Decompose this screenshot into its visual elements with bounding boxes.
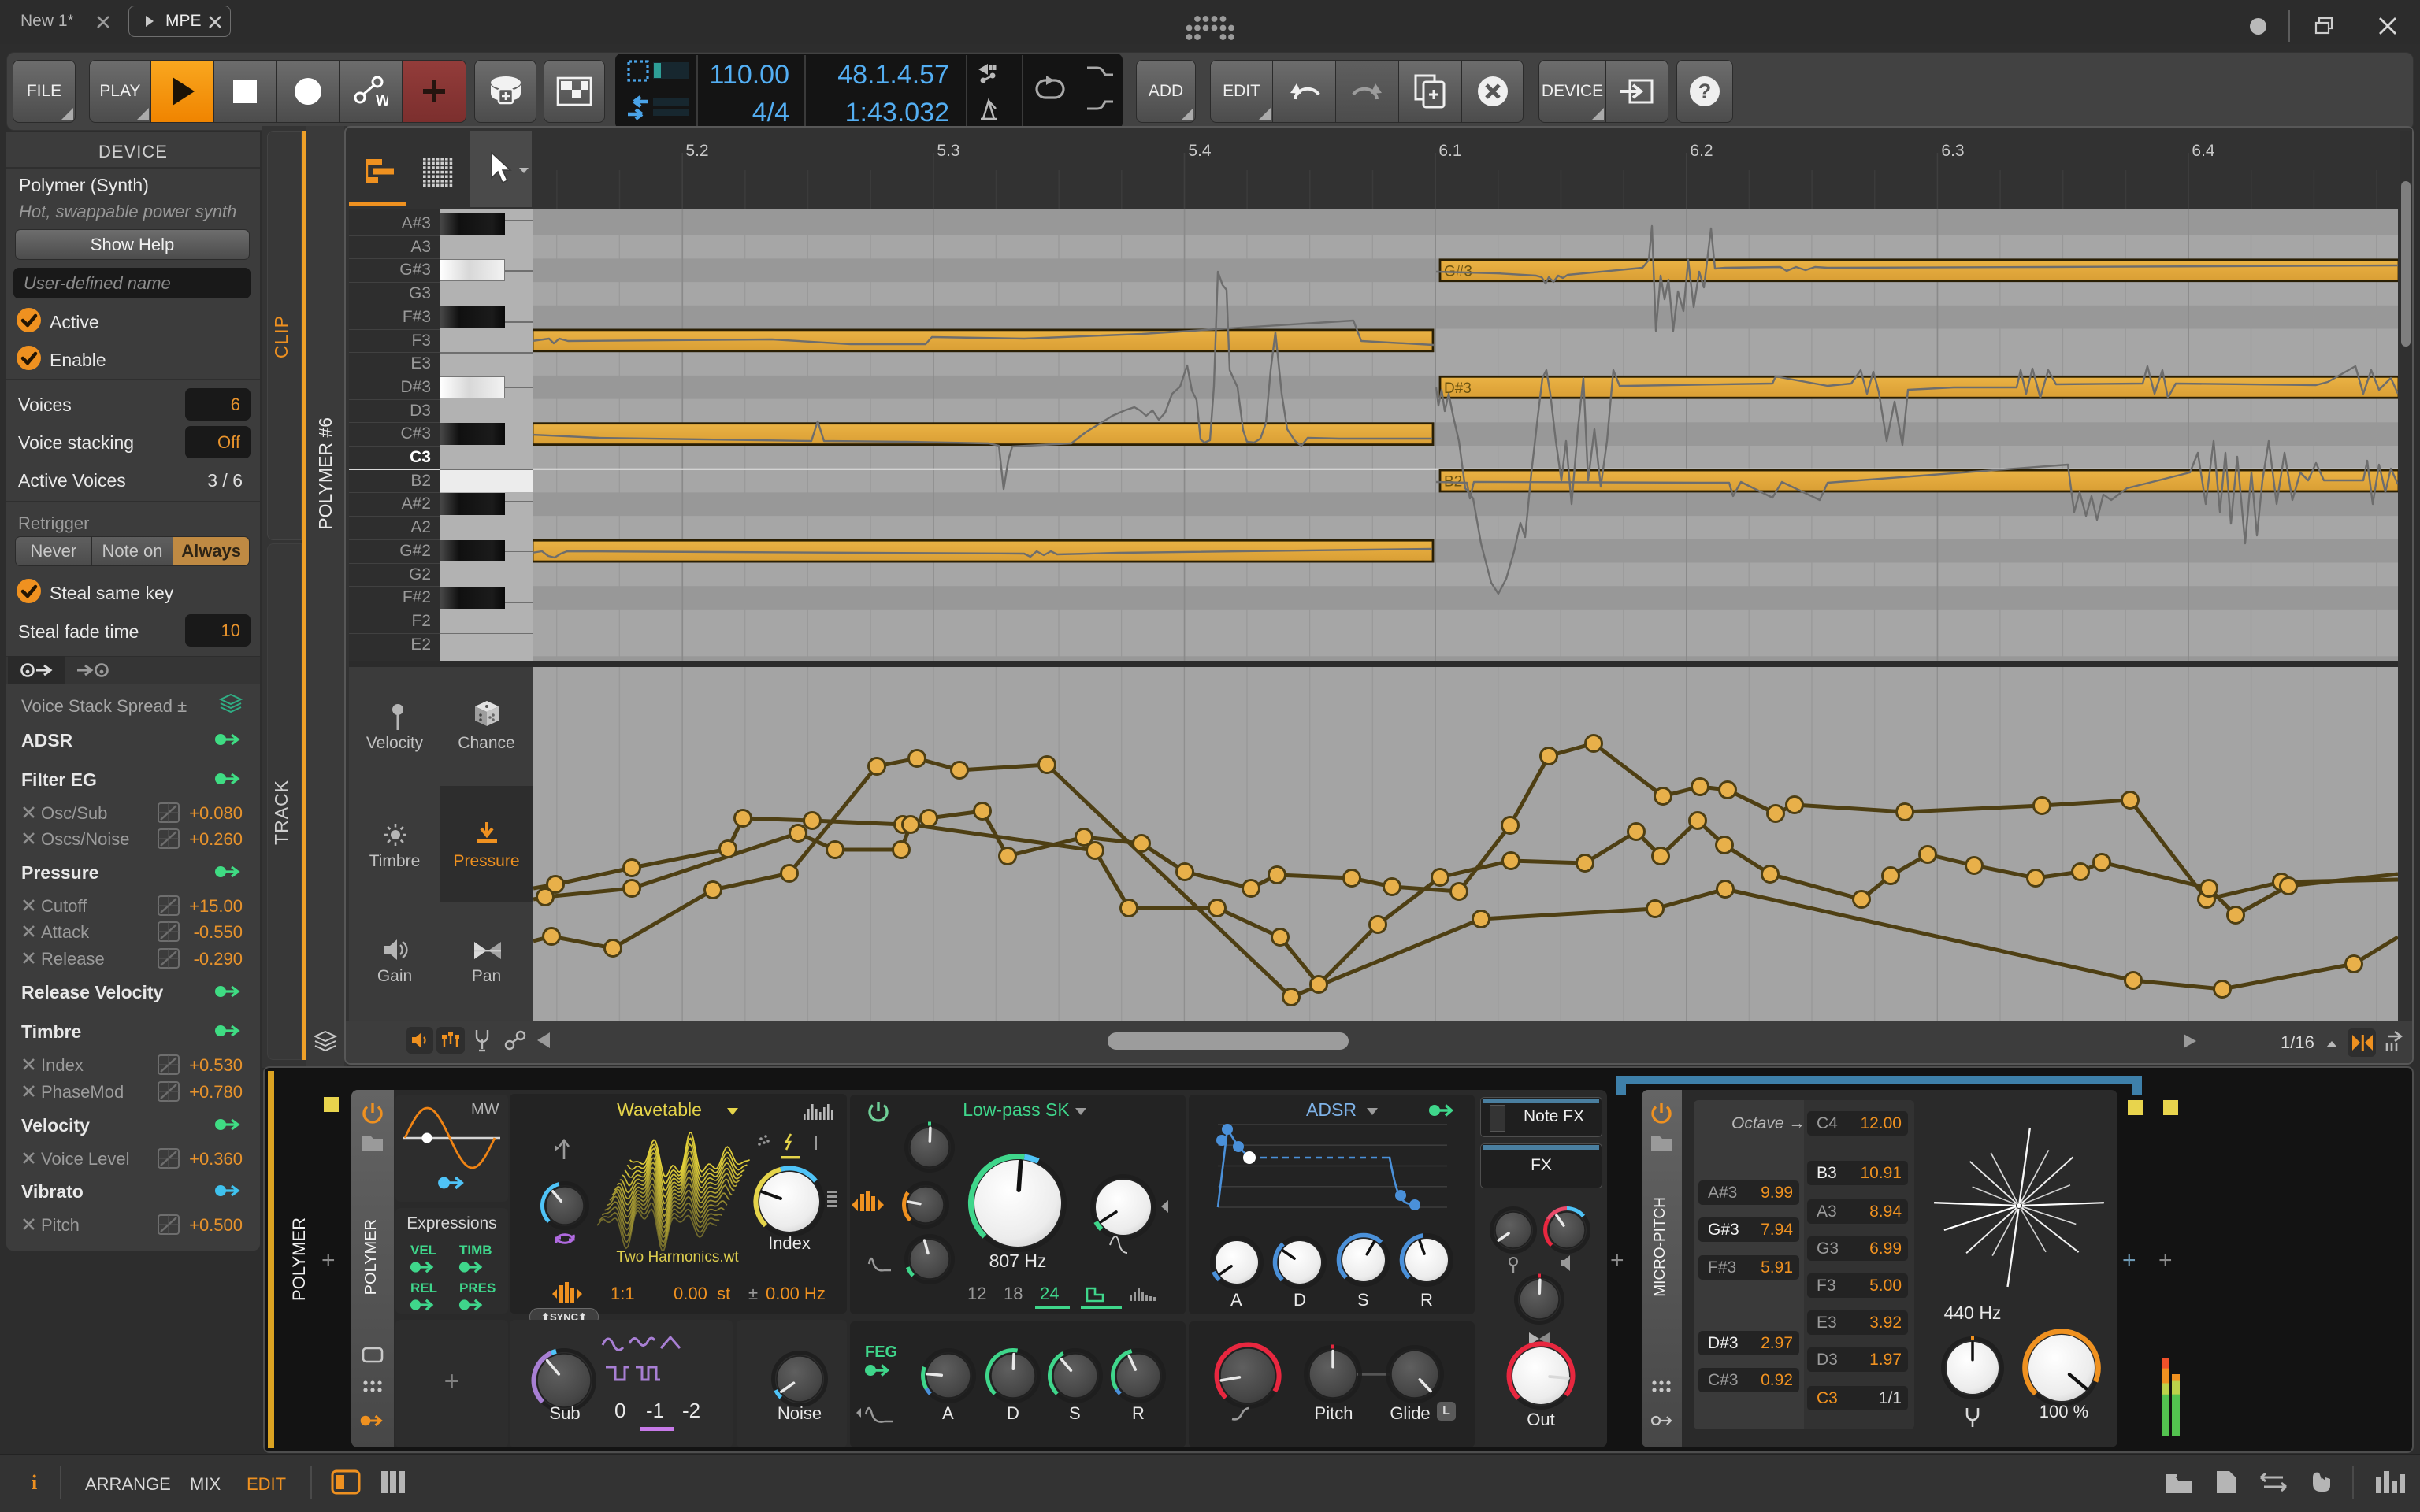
svg-text:W: W: [376, 93, 388, 109]
svg-text:?: ?: [1698, 80, 1712, 103]
